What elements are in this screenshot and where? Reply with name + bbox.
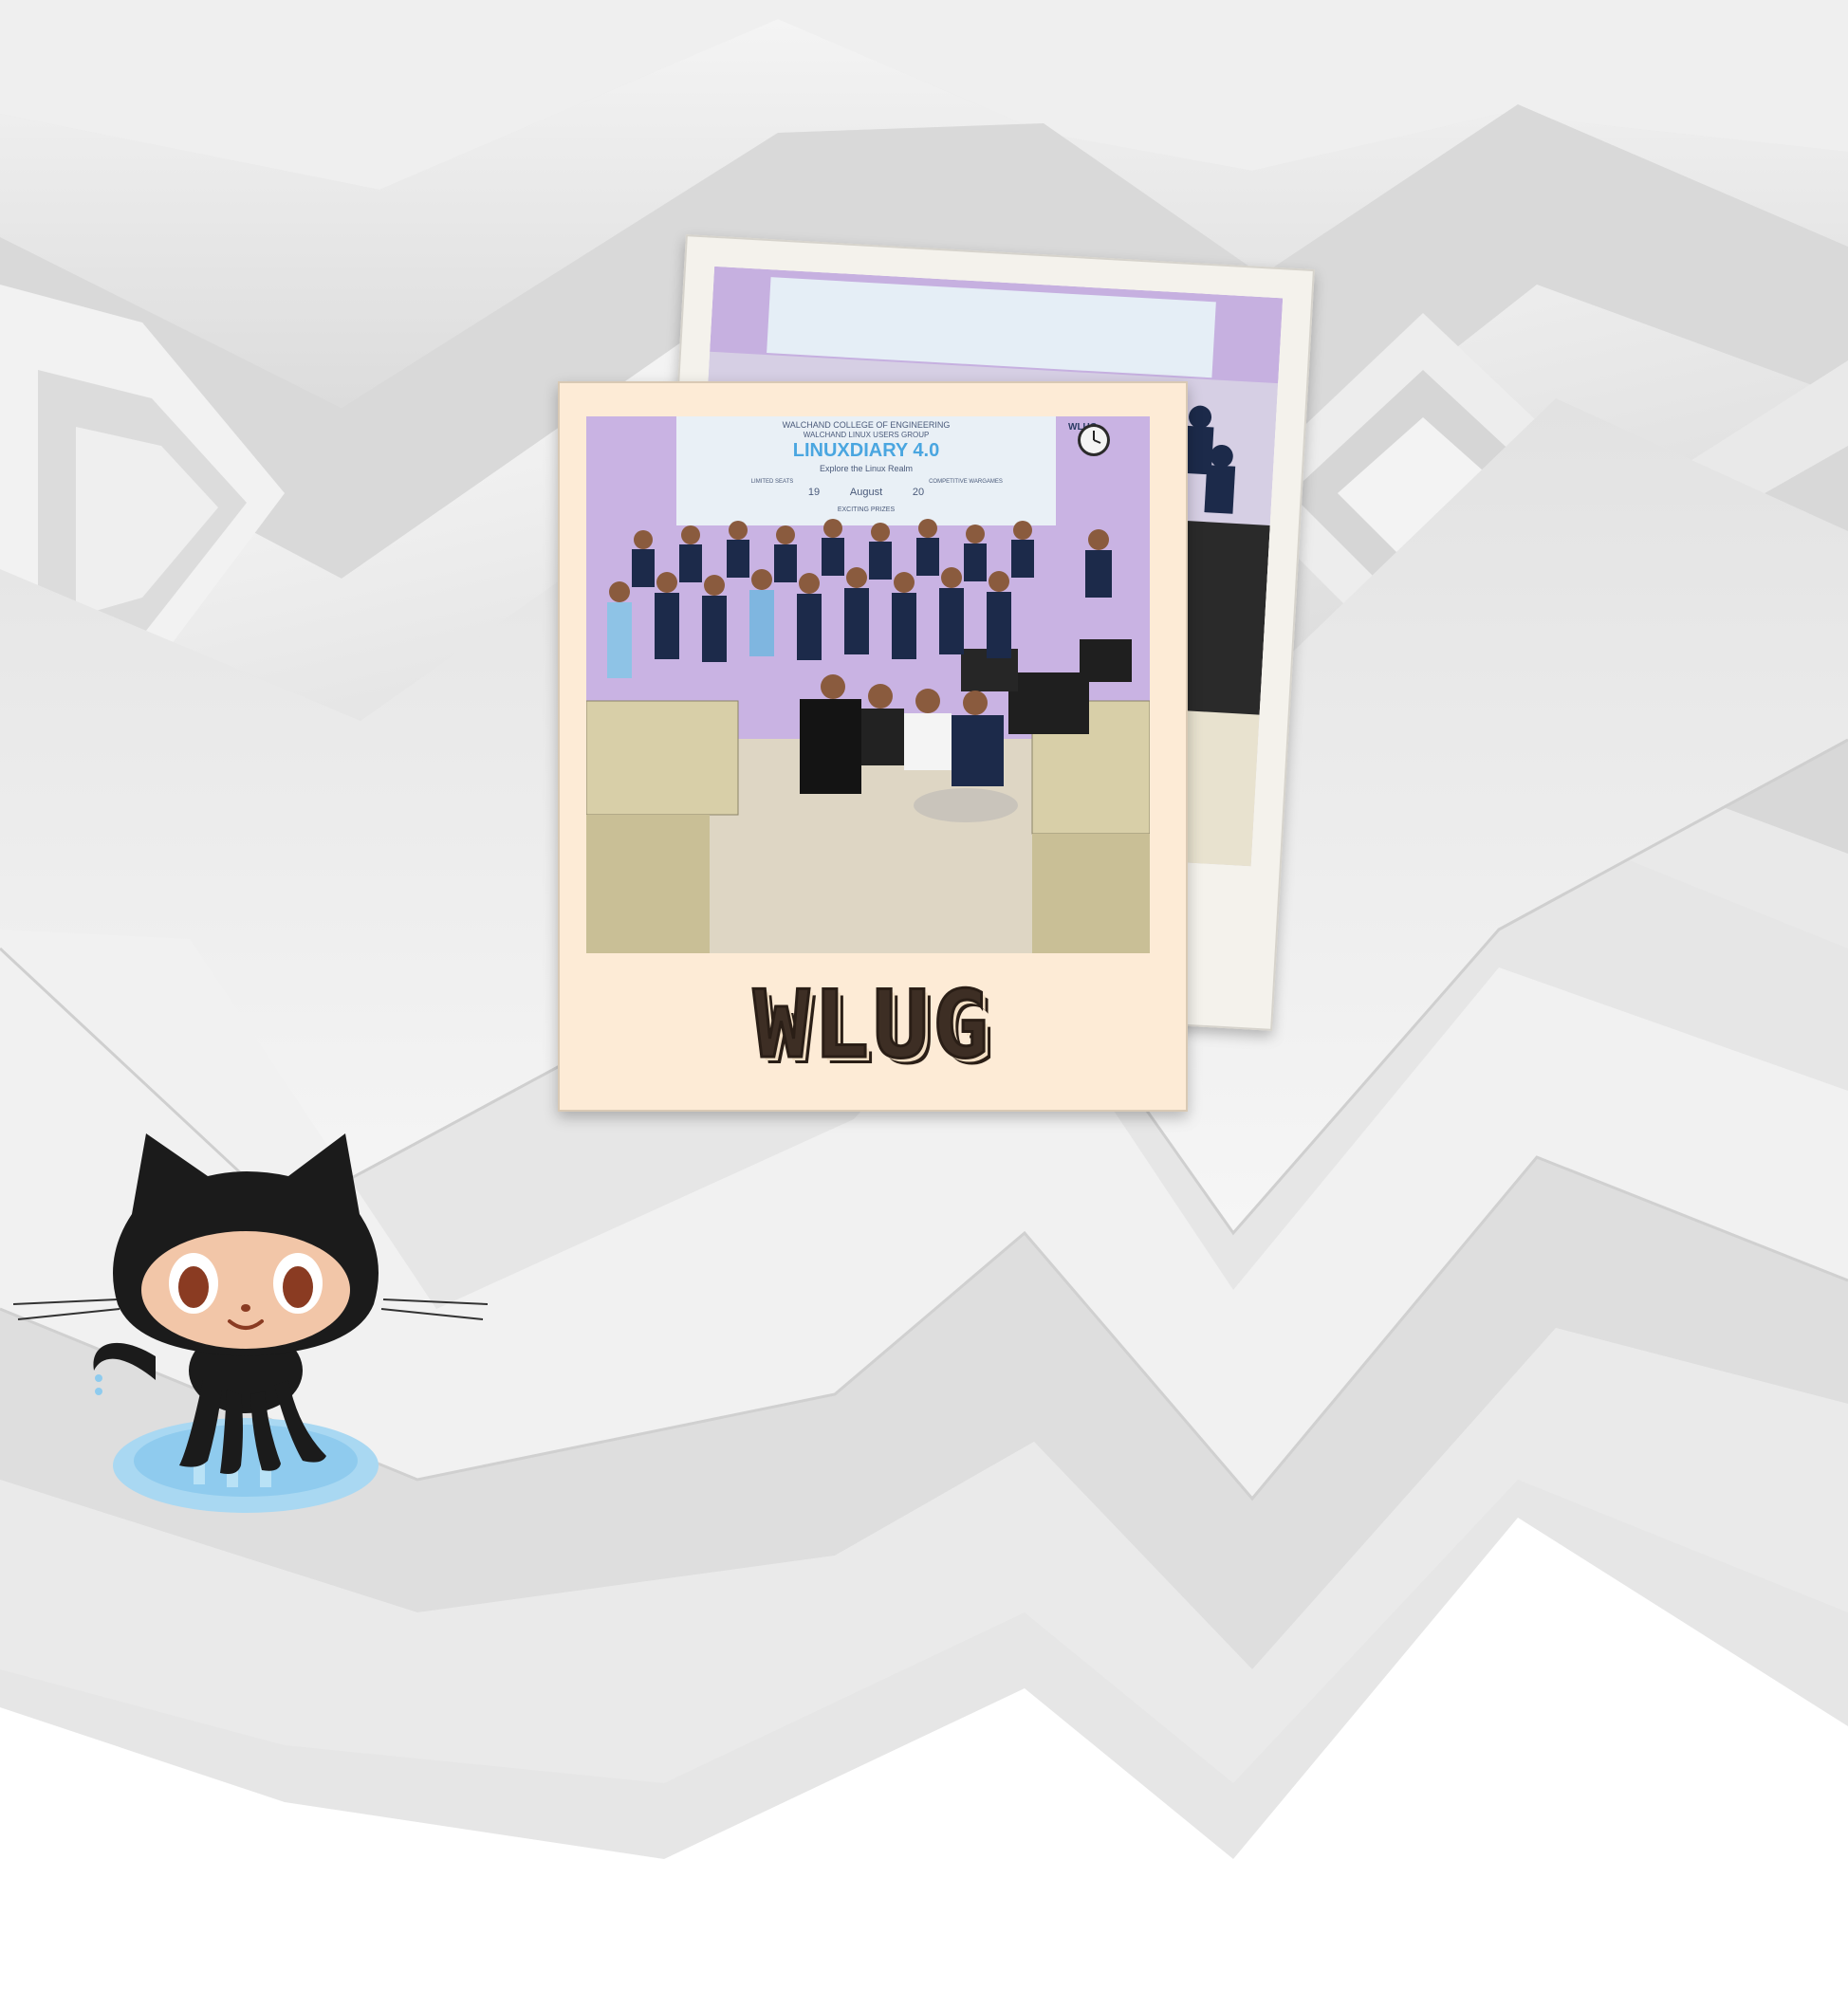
banner-month: August bbox=[850, 487, 882, 498]
polaroid-caption: WLUG bbox=[751, 970, 992, 1081]
banner-college: WALCHAND COLLEGE OF ENGINEERING bbox=[783, 420, 951, 430]
octocat-mascot-icon bbox=[13, 1133, 488, 1513]
banner-event: LINUXDIARY 4.0 bbox=[793, 440, 939, 461]
banner-prizes: EXCITING PRIZES bbox=[838, 506, 896, 513]
banner-group: WALCHAND LINUX USERS GROUP bbox=[804, 431, 930, 439]
banner-date-start: 19 bbox=[808, 487, 820, 498]
banner-badge-left: LIMITED SEATS bbox=[751, 479, 794, 485]
group-photo: WALCHAND COLLEGE OF ENGINEERING WALCHAND… bbox=[586, 416, 1150, 953]
banner-badge-right: COMPETITIVE WARGAMES bbox=[929, 479, 1003, 485]
banner-date-end: 20 bbox=[913, 487, 924, 498]
wall-clock-icon bbox=[1078, 424, 1110, 456]
polaroid-front: WALCHAND COLLEGE OF ENGINEERING WALCHAND… bbox=[558, 381, 1188, 1112]
banner-tagline: Explore the Linux Realm bbox=[820, 464, 913, 473]
